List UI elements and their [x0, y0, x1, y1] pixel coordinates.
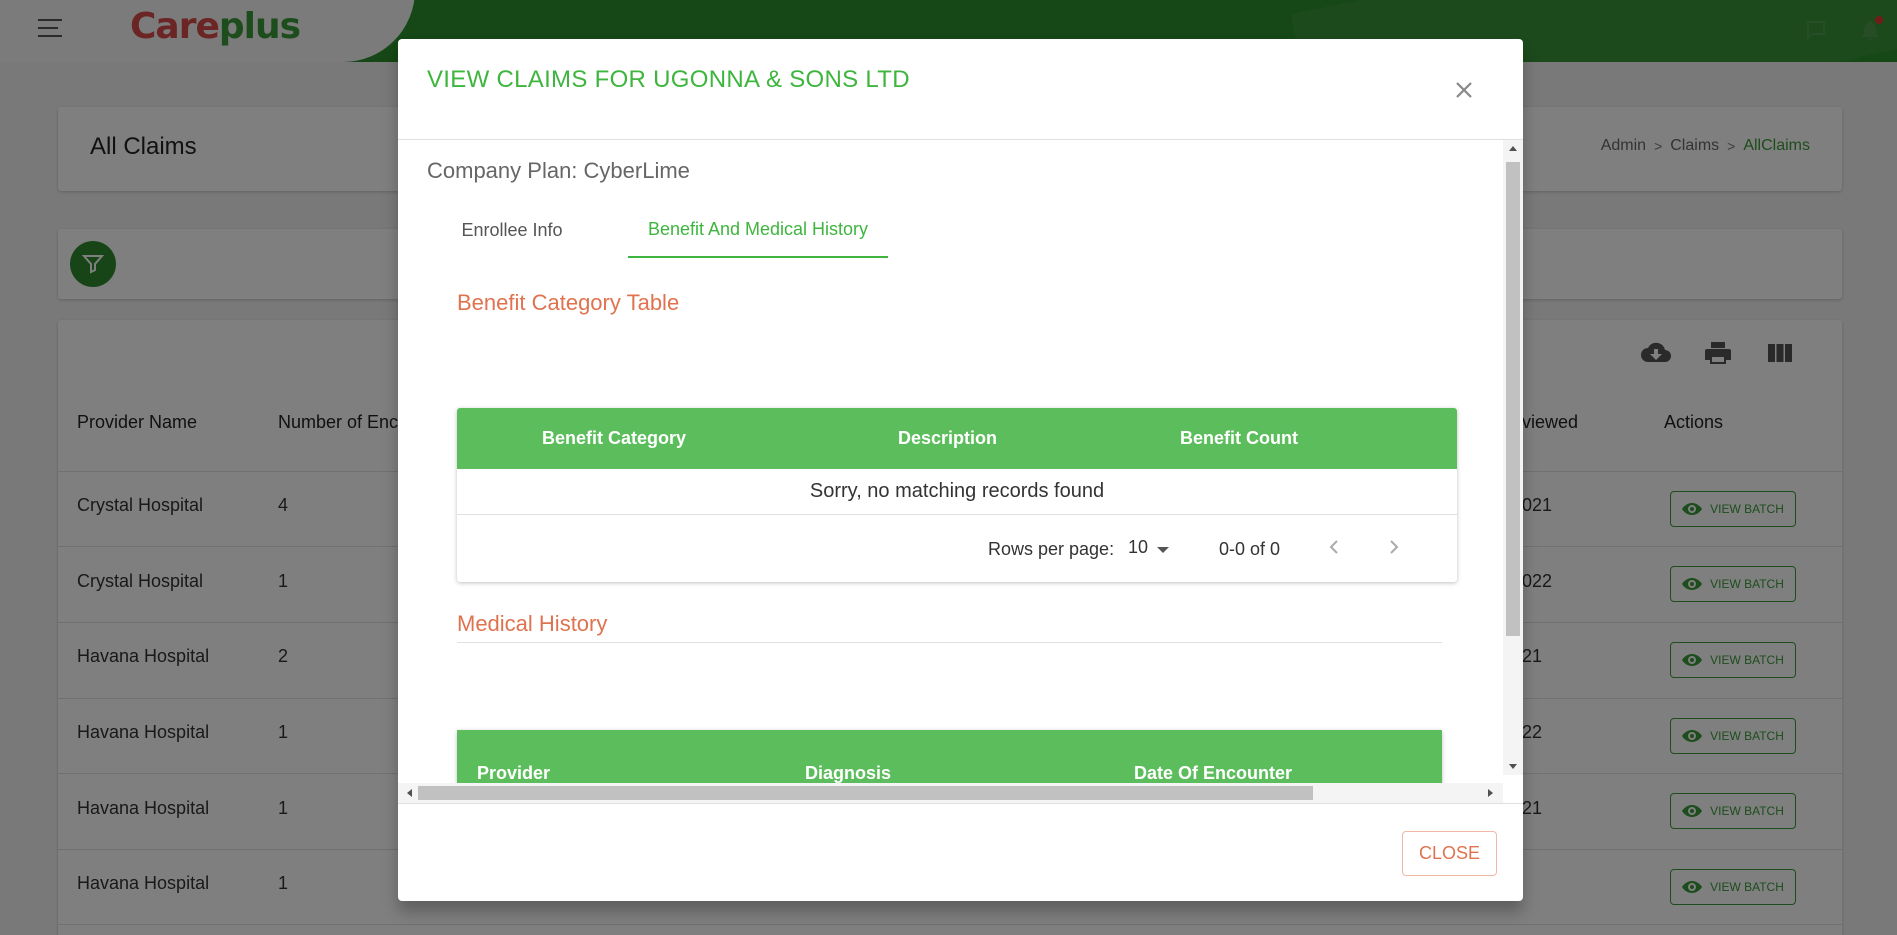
tab-enrollee-info[interactable]: Enrollee Info: [427, 202, 597, 258]
benefit-category-table: Benefit Category Description Benefit Cou…: [457, 408, 1457, 582]
table-header: Benefit Category Description Benefit Cou…: [457, 408, 1457, 469]
col-benefit-count[interactable]: Benefit Count: [1180, 428, 1298, 449]
table-pagination: Rows per page: 10 0-0 of 0: [457, 515, 1457, 582]
pagination-range: 0-0 of 0: [1219, 539, 1281, 559]
scroll-up-icon[interactable]: [1509, 146, 1517, 151]
close-button[interactable]: CLOSE: [1402, 831, 1497, 876]
col-diagnosis[interactable]: Diagnosis: [805, 763, 891, 784]
col-benefit-category[interactable]: Benefit Category: [542, 428, 686, 449]
rows-per-page-label: Rows per page:: [988, 539, 1115, 559]
chevron-left-icon[interactable]: [1322, 535, 1346, 559]
section-divider: [457, 642, 1442, 643]
caret-down-icon[interactable]: [1157, 547, 1169, 553]
chevron-right-icon[interactable]: [1382, 535, 1406, 559]
view-claims-dialog: VIEW CLAIMS FOR UGONNA & SONS LTD Compan…: [398, 39, 1523, 901]
horizontal-scrollbar[interactable]: [398, 783, 1503, 803]
vertical-scrollbar[interactable]: [1503, 140, 1523, 775]
col-provider[interactable]: Provider: [477, 763, 550, 784]
benefit-category-title: Benefit Category Table: [457, 290, 680, 315]
close-icon[interactable]: [1451, 77, 1477, 103]
rows-per-page-select[interactable]: 10: [1128, 537, 1148, 558]
medical-history-title: Medical History: [457, 611, 608, 636]
col-date-of-encounter[interactable]: Date Of Encounter: [1134, 763, 1292, 784]
scrollbar-thumb[interactable]: [1506, 162, 1520, 636]
scroll-left-icon[interactable]: [407, 789, 412, 797]
dialog-title: VIEW CLAIMS FOR UGONNA & SONS LTD: [427, 66, 910, 93]
col-description[interactable]: Description: [898, 428, 997, 449]
company-plan-label: Company Plan: CyberLime: [427, 158, 690, 183]
dialog-content: Company Plan: CyberLime Enrollee Info Be…: [398, 140, 1523, 803]
dialog-divider: [398, 803, 1523, 804]
scroll-right-icon[interactable]: [1488, 789, 1493, 797]
empty-state-message: Sorry, no matching records found: [457, 469, 1457, 515]
scroll-down-icon[interactable]: [1509, 764, 1517, 769]
tab-benefit-and-medical-history[interactable]: Benefit And Medical History: [628, 202, 888, 258]
scrollbar-thumb[interactable]: [418, 786, 1313, 800]
